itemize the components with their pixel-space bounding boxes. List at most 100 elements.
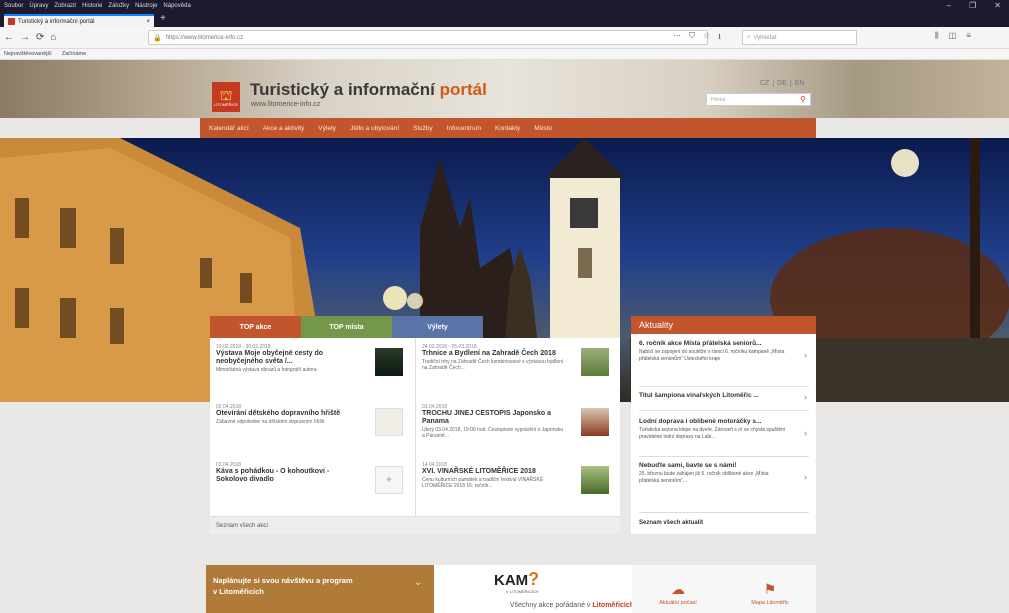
event-title[interactable]: Otevírání dětského dopravního hřiště	[216, 410, 361, 418]
weather-link[interactable]: ☁ Aktuální počasí	[632, 581, 724, 606]
menu-bookmarks[interactable]: Záložky	[108, 3, 129, 9]
menu-help[interactable]: Nápověda	[163, 3, 190, 9]
news-list-link[interactable]: Seznam všech aktualit	[639, 520, 703, 526]
lang-sep: |	[772, 80, 775, 87]
nav-item-sluzby[interactable]: Služby	[413, 125, 433, 132]
menu-tools[interactable]: Nástroje	[135, 3, 157, 9]
chevron-right-icon[interactable]: ›	[804, 472, 807, 482]
tab-close-icon[interactable]: ×	[146, 19, 150, 25]
nav-item-mesto[interactable]: Město	[534, 125, 552, 132]
divider	[639, 512, 809, 513]
news-item[interactable]: Titul šampiona vinařských Litoměřic ... …	[639, 392, 811, 402]
event-title[interactable]: TROCHU JINEJ CESTOPIS Japonsko a Panama	[422, 410, 567, 426]
web-page: ⛫ LITOMĚŘICE Turistický a informační por…	[0, 60, 1009, 613]
tab-top-akce[interactable]: TOP akce	[210, 316, 301, 338]
news-title[interactable]: Nebuďte sami, bavte se s námi!	[639, 462, 789, 469]
map-link[interactable]: ⚑ Mapa Litoměřic	[724, 581, 816, 606]
event-title[interactable]: Trhnice a Bydlení na Zahradě Čech 2018	[422, 350, 567, 358]
site-search-input[interactable]: Hledat ⚲	[706, 93, 811, 106]
sidebar-icon[interactable]: ◫	[949, 31, 957, 41]
events-column: 19.02.2018 - 30.03.2018 Výstava Moje oby…	[210, 338, 415, 516]
event-title[interactable]: Káva s pohádkou - O kohoutkovi - Sokolov…	[216, 468, 361, 484]
event-item[interactable]: 02.04.2018 Otevírání dětského dopravního…	[216, 404, 411, 436]
event-item[interactable]: 19.02.2018 - 30.03.2018 Výstava Moje oby…	[216, 344, 411, 376]
nav-item-akce[interactable]: Akce a aktivity	[263, 125, 305, 132]
pocket-icon[interactable]: ⛉	[689, 31, 695, 45]
site-url: www.litomerice-info.cz	[251, 101, 321, 108]
event-item[interactable]: 24.03.2018 - 25.03.2018 Trhnice a Bydlen…	[422, 344, 617, 376]
events-list-link[interactable]: Seznam všech akcí	[210, 516, 620, 534]
favicon-icon	[8, 18, 15, 25]
lang-de[interactable]: DE	[777, 80, 787, 87]
maximize-button[interactable]: ❐	[969, 1, 976, 10]
news-title[interactable]: Lodní doprava i oblíbené motoráčky s...	[639, 418, 789, 425]
news-panel: Aktuality 6. ročník akce Místa přátelská…	[631, 316, 816, 534]
minimize-button[interactable]: –	[947, 1, 951, 10]
url-text: https://www.litomerice-info.cz	[165, 34, 244, 41]
menu-edit[interactable]: Úpravy	[29, 3, 48, 9]
event-thumbnail[interactable]	[581, 466, 609, 494]
download-icon[interactable]: ⭳	[718, 31, 721, 45]
site-title[interactable]: Turistický a informační portál	[250, 80, 487, 100]
lang-cz[interactable]: CZ	[760, 80, 769, 87]
nav-item-infocentrum[interactable]: Infocentrum	[447, 125, 481, 132]
news-item[interactable]: Lodní doprava i oblíbené motoráčky s... …	[639, 418, 811, 440]
logo-mark-icon: ⛫	[219, 86, 233, 103]
tab-vylety[interactable]: Výlety	[392, 316, 483, 338]
forward-icon[interactable]: →	[20, 32, 30, 43]
event-title[interactable]: XVI. VINAŘSKÉ LITOMĚŘICE 2018	[422, 468, 567, 476]
nav-item-kontakty[interactable]: Kontakty	[495, 125, 520, 132]
home-icon[interactable]: ⌂	[50, 32, 56, 43]
nav-item-kalendar[interactable]: Kalendář akcí	[209, 125, 249, 132]
tab-top-mista[interactable]: TOP místa	[301, 316, 392, 338]
menu-file[interactable]: Soubor	[4, 3, 23, 9]
event-desc: Úterý 03.04.2018, 19:00 hod. Cestopisné …	[422, 427, 564, 440]
news-desc: Nabízí se zapojení do soutěže v rámci 6.…	[639, 349, 785, 362]
event-thumbnail[interactable]	[581, 348, 609, 376]
chevron-right-icon[interactable]: ›	[804, 428, 807, 438]
news-item[interactable]: Nebuďte sami, bavte se s námi! 25. březn…	[639, 462, 811, 484]
chevron-right-icon[interactable]: ›	[804, 392, 807, 402]
news-title[interactable]: Titul šampiona vinařských Litoměřic ...	[639, 392, 789, 399]
news-item[interactable]: 6. ročník akce Místa přátelská seniorů..…	[639, 340, 811, 362]
browser-tab[interactable]: Turistický a informační portál ×	[4, 14, 154, 27]
chevron-down-icon[interactable]: ⌄	[414, 577, 422, 588]
news-title[interactable]: 6. ročník akce Místa přátelská seniorů..…	[639, 340, 789, 347]
site-logo[interactable]: ⛫ LITOMĚŘICE	[212, 82, 240, 112]
close-window-button[interactable]: ✕	[994, 1, 1001, 10]
search-icon[interactable]: ⚲	[800, 95, 806, 104]
event-item[interactable]: 03.04.2018 TROCHU JINEJ CESTOPIS Japonsk…	[422, 404, 617, 440]
browser-search-input[interactable]: ⌕ Vyhledat	[742, 30, 857, 45]
back-icon[interactable]: ←	[4, 32, 14, 43]
lock-icon: 🔒	[153, 34, 162, 42]
event-thumbnail[interactable]	[375, 348, 403, 376]
news-heading: Aktuality	[631, 316, 816, 334]
kam-banner[interactable]: KAM? V LITOMĚŘICÍCH Všechny akce pořádan…	[434, 565, 640, 613]
new-tab-button[interactable]: +	[160, 13, 166, 24]
bookmark-getting-started[interactable]: Začínáme	[62, 51, 86, 57]
image-placeholder-icon[interactable]: ✦	[375, 466, 403, 494]
nav-item-vylety[interactable]: Výlety	[318, 125, 336, 132]
hamburger-menu-icon[interactable]: ≡	[966, 31, 971, 41]
bookmarks-bar: Nejnavštěvovanější Začínáme	[0, 49, 1009, 60]
nav-item-jidlo[interactable]: Jídlo a ubytování	[350, 125, 399, 132]
events-column: 24.03.2018 - 25.03.2018 Trhnice a Bydlen…	[415, 338, 620, 516]
menu-history[interactable]: Historie	[82, 3, 102, 9]
event-thumbnail[interactable]	[581, 408, 609, 436]
menu-view[interactable]: Zobrazit	[54, 3, 76, 9]
right-toolbar: ⫼ ◫ ≡	[935, 31, 971, 41]
event-item[interactable]: 02.04.2018 Káva s pohádkou - O kohoutkov…	[216, 462, 411, 494]
bookmark-star-icon[interactable]: ☆	[703, 31, 710, 45]
lang-en[interactable]: EN	[795, 80, 805, 87]
chevron-right-icon[interactable]: ›	[804, 350, 807, 360]
library-icon[interactable]: ⫼	[935, 31, 939, 41]
event-thumbnail[interactable]	[375, 408, 403, 436]
bookmark-most-visited[interactable]: Nejnavštěvovanější	[4, 51, 52, 57]
url-bar[interactable]: 🔒 https://www.litomerice-info.cz	[148, 30, 708, 45]
event-item[interactable]: 14.04.2018 XVI. VINAŘSKÉ LITOMĚŘICE 2018…	[422, 462, 617, 494]
event-title[interactable]: Výstava Moje obyčejné cesty do neobyčejn…	[216, 350, 361, 366]
plan-visit-banner[interactable]: Naplánujte si svou návštěvu a program v …	[206, 565, 434, 613]
reload-icon[interactable]: ⟳	[36, 32, 44, 43]
site-search-placeholder: Hledat	[711, 96, 726, 103]
page-actions-icon[interactable]: ⋯	[673, 31, 681, 45]
